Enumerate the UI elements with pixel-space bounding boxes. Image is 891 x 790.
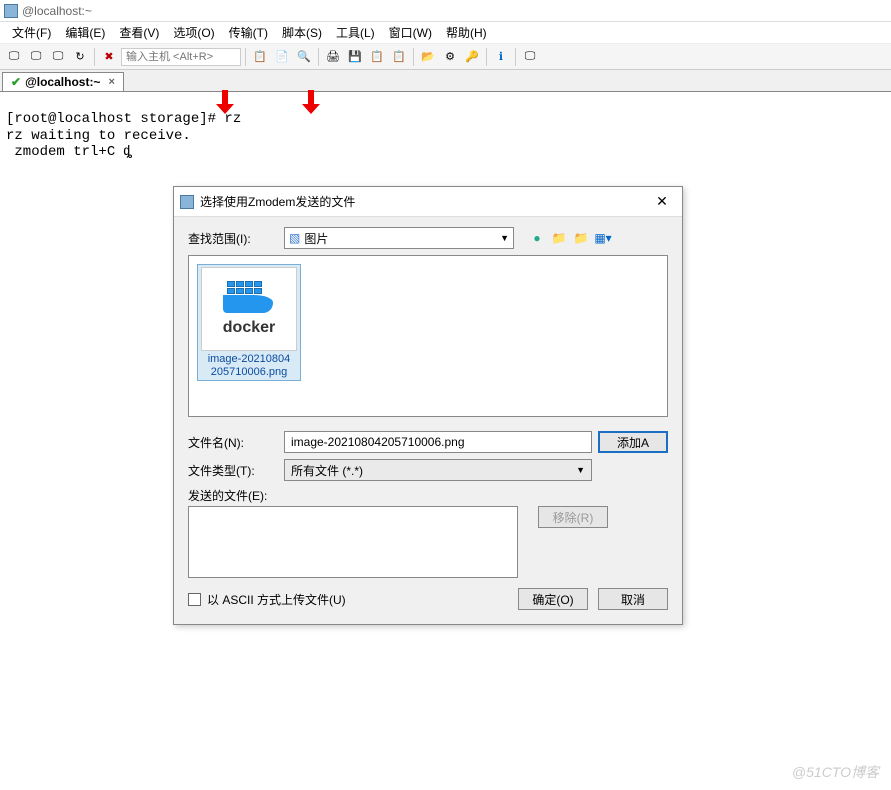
file-item-name: image-20210804205710006.png	[200, 353, 298, 378]
toolbar: 🖵 🖵 🖵 ↻ ✖ 📋 📄 🔍 🖨 💾 📋 📋 📂 ⚙ 🔑 ℹ 🖵	[0, 44, 891, 70]
tb-props-icon[interactable]: 📋	[367, 47, 387, 67]
tb-help-icon[interactable]: ℹ	[491, 47, 511, 67]
menu-help[interactable]: 帮助(H)	[440, 22, 493, 43]
file-dialog: 选择使用Zmodem发送的文件 ✕ 查找范围(I): ▧ 图片 ▼ ● 📁 📁 …	[173, 186, 683, 625]
tb-separator	[515, 48, 516, 66]
app-icon	[4, 4, 18, 18]
chevron-down-icon: ▼	[576, 465, 585, 475]
window-titlebar: @localhost:~	[0, 0, 891, 22]
nav-back-icon[interactable]: ●	[528, 229, 546, 247]
file-item[interactable]: docker image-20210804205710006.png	[197, 264, 301, 381]
filename-label: 文件名(N):	[188, 434, 278, 451]
tb-save-icon[interactable]: 💾	[345, 47, 365, 67]
terminal-line: zmodem trl+C ȡ	[6, 144, 132, 160]
session-tab[interactable]: ✔ @localhost:~ ×	[2, 72, 124, 91]
menu-window[interactable]: 窗口(W)	[383, 22, 438, 43]
connected-dot-icon: ✔	[11, 75, 21, 89]
sendfiles-label: 发送的文件(E):	[188, 487, 668, 504]
thumb-text: docker	[223, 319, 275, 337]
menu-options[interactable]: 选项(O)	[167, 22, 220, 43]
remove-button[interactable]: 移除(R)	[538, 506, 608, 528]
menubar: 文件(F) 编辑(E) 查看(V) 选项(O) 传输(T) 脚本(S) 工具(L…	[0, 22, 891, 44]
tb-print-icon[interactable]: 🖨	[323, 47, 343, 67]
menu-transfer[interactable]: 传输(T)	[223, 22, 274, 43]
menu-view[interactable]: 查看(V)	[113, 22, 165, 43]
terminal-line: [root@localhost storage]# rz	[6, 111, 241, 127]
dialog-close-button[interactable]: ✕	[648, 191, 676, 213]
filetype-value: 所有文件 (*.*)	[291, 462, 363, 479]
tb-session-icon[interactable]: 📋	[389, 47, 409, 67]
tb-find-icon[interactable]: 🔍	[294, 47, 314, 67]
file-thumbnail: docker	[201, 267, 297, 351]
tb-tab-icon[interactable]: 🖵	[48, 47, 68, 67]
tb-new-icon[interactable]: 🖵	[4, 47, 24, 67]
menu-edit[interactable]: 编辑(E)	[59, 22, 111, 43]
docker-logo-icon	[219, 281, 279, 317]
tb-separator	[94, 48, 95, 66]
file-list-pane[interactable]: docker image-20210804205710006.png	[188, 255, 668, 417]
terminal[interactable]: [root@localhost storage]# rz rz waiting …	[0, 92, 891, 163]
menu-tools[interactable]: 工具(L)	[330, 22, 381, 43]
filetype-label: 文件类型(T):	[188, 462, 278, 479]
watermark: @51CTO博客	[792, 762, 879, 782]
filetype-dropdown[interactable]: 所有文件 (*.*) ▼	[284, 459, 592, 481]
folder-icon: ▧	[289, 231, 300, 245]
dialog-title: 选择使用Zmodem发送的文件	[200, 193, 648, 210]
filename-input[interactable]	[284, 431, 592, 453]
tb-separator	[318, 48, 319, 66]
lookin-dropdown[interactable]: ▧ 图片 ▼	[284, 227, 514, 249]
tb-copy-icon[interactable]: 📋	[250, 47, 270, 67]
host-input[interactable]	[121, 48, 241, 66]
add-button[interactable]: 添加A	[598, 431, 668, 453]
cancel-button[interactable]: 取消	[598, 588, 668, 610]
dialog-titlebar[interactable]: 选择使用Zmodem发送的文件 ✕	[174, 187, 682, 217]
tb-tools-icon[interactable]: ⚙	[440, 47, 460, 67]
menu-file[interactable]: 文件(F)	[6, 22, 57, 43]
nav-viewmode-icon[interactable]: ▦▾	[594, 229, 612, 247]
lookin-label: 查找范围(I):	[188, 230, 278, 247]
tb-separator	[413, 48, 414, 66]
tab-close-icon[interactable]: ×	[108, 76, 114, 88]
tb-open-icon[interactable]: 🖵	[26, 47, 46, 67]
ascii-checkbox[interactable]	[188, 593, 201, 606]
dialog-app-icon	[180, 195, 194, 209]
ok-button[interactable]: 确定(O)	[518, 588, 588, 610]
tb-key-icon[interactable]: 🔑	[462, 47, 482, 67]
tb-disconnect-icon[interactable]: ✖	[99, 47, 119, 67]
menu-script[interactable]: 脚本(S)	[276, 22, 328, 43]
tb-folder-icon[interactable]: 📂	[418, 47, 438, 67]
lookin-value: 图片	[304, 230, 328, 247]
nav-up-icon[interactable]: 📁	[550, 229, 568, 247]
window-title: @localhost:~	[22, 4, 92, 18]
tb-reconnect-icon[interactable]: ↻	[70, 47, 90, 67]
dialog-body: 查找范围(I): ▧ 图片 ▼ ● 📁 📁 ▦▾ dock	[174, 217, 682, 624]
tb-paste-icon[interactable]: 📄	[272, 47, 292, 67]
terminal-line: rz waiting to receive.	[6, 128, 191, 144]
tb-separator	[486, 48, 487, 66]
chevron-down-icon: ▼	[500, 233, 509, 243]
tb-separator	[245, 48, 246, 66]
send-files-list[interactable]	[188, 506, 518, 578]
tb-xfer-icon[interactable]: 🖵	[520, 47, 540, 67]
nav-newfolder-icon[interactable]: 📁	[572, 229, 590, 247]
tab-label: @localhost:~	[25, 75, 100, 89]
tabbar: ✔ @localhost:~ ×	[0, 70, 891, 92]
ascii-label: 以 ASCII 方式上传文件(U)	[207, 591, 346, 608]
